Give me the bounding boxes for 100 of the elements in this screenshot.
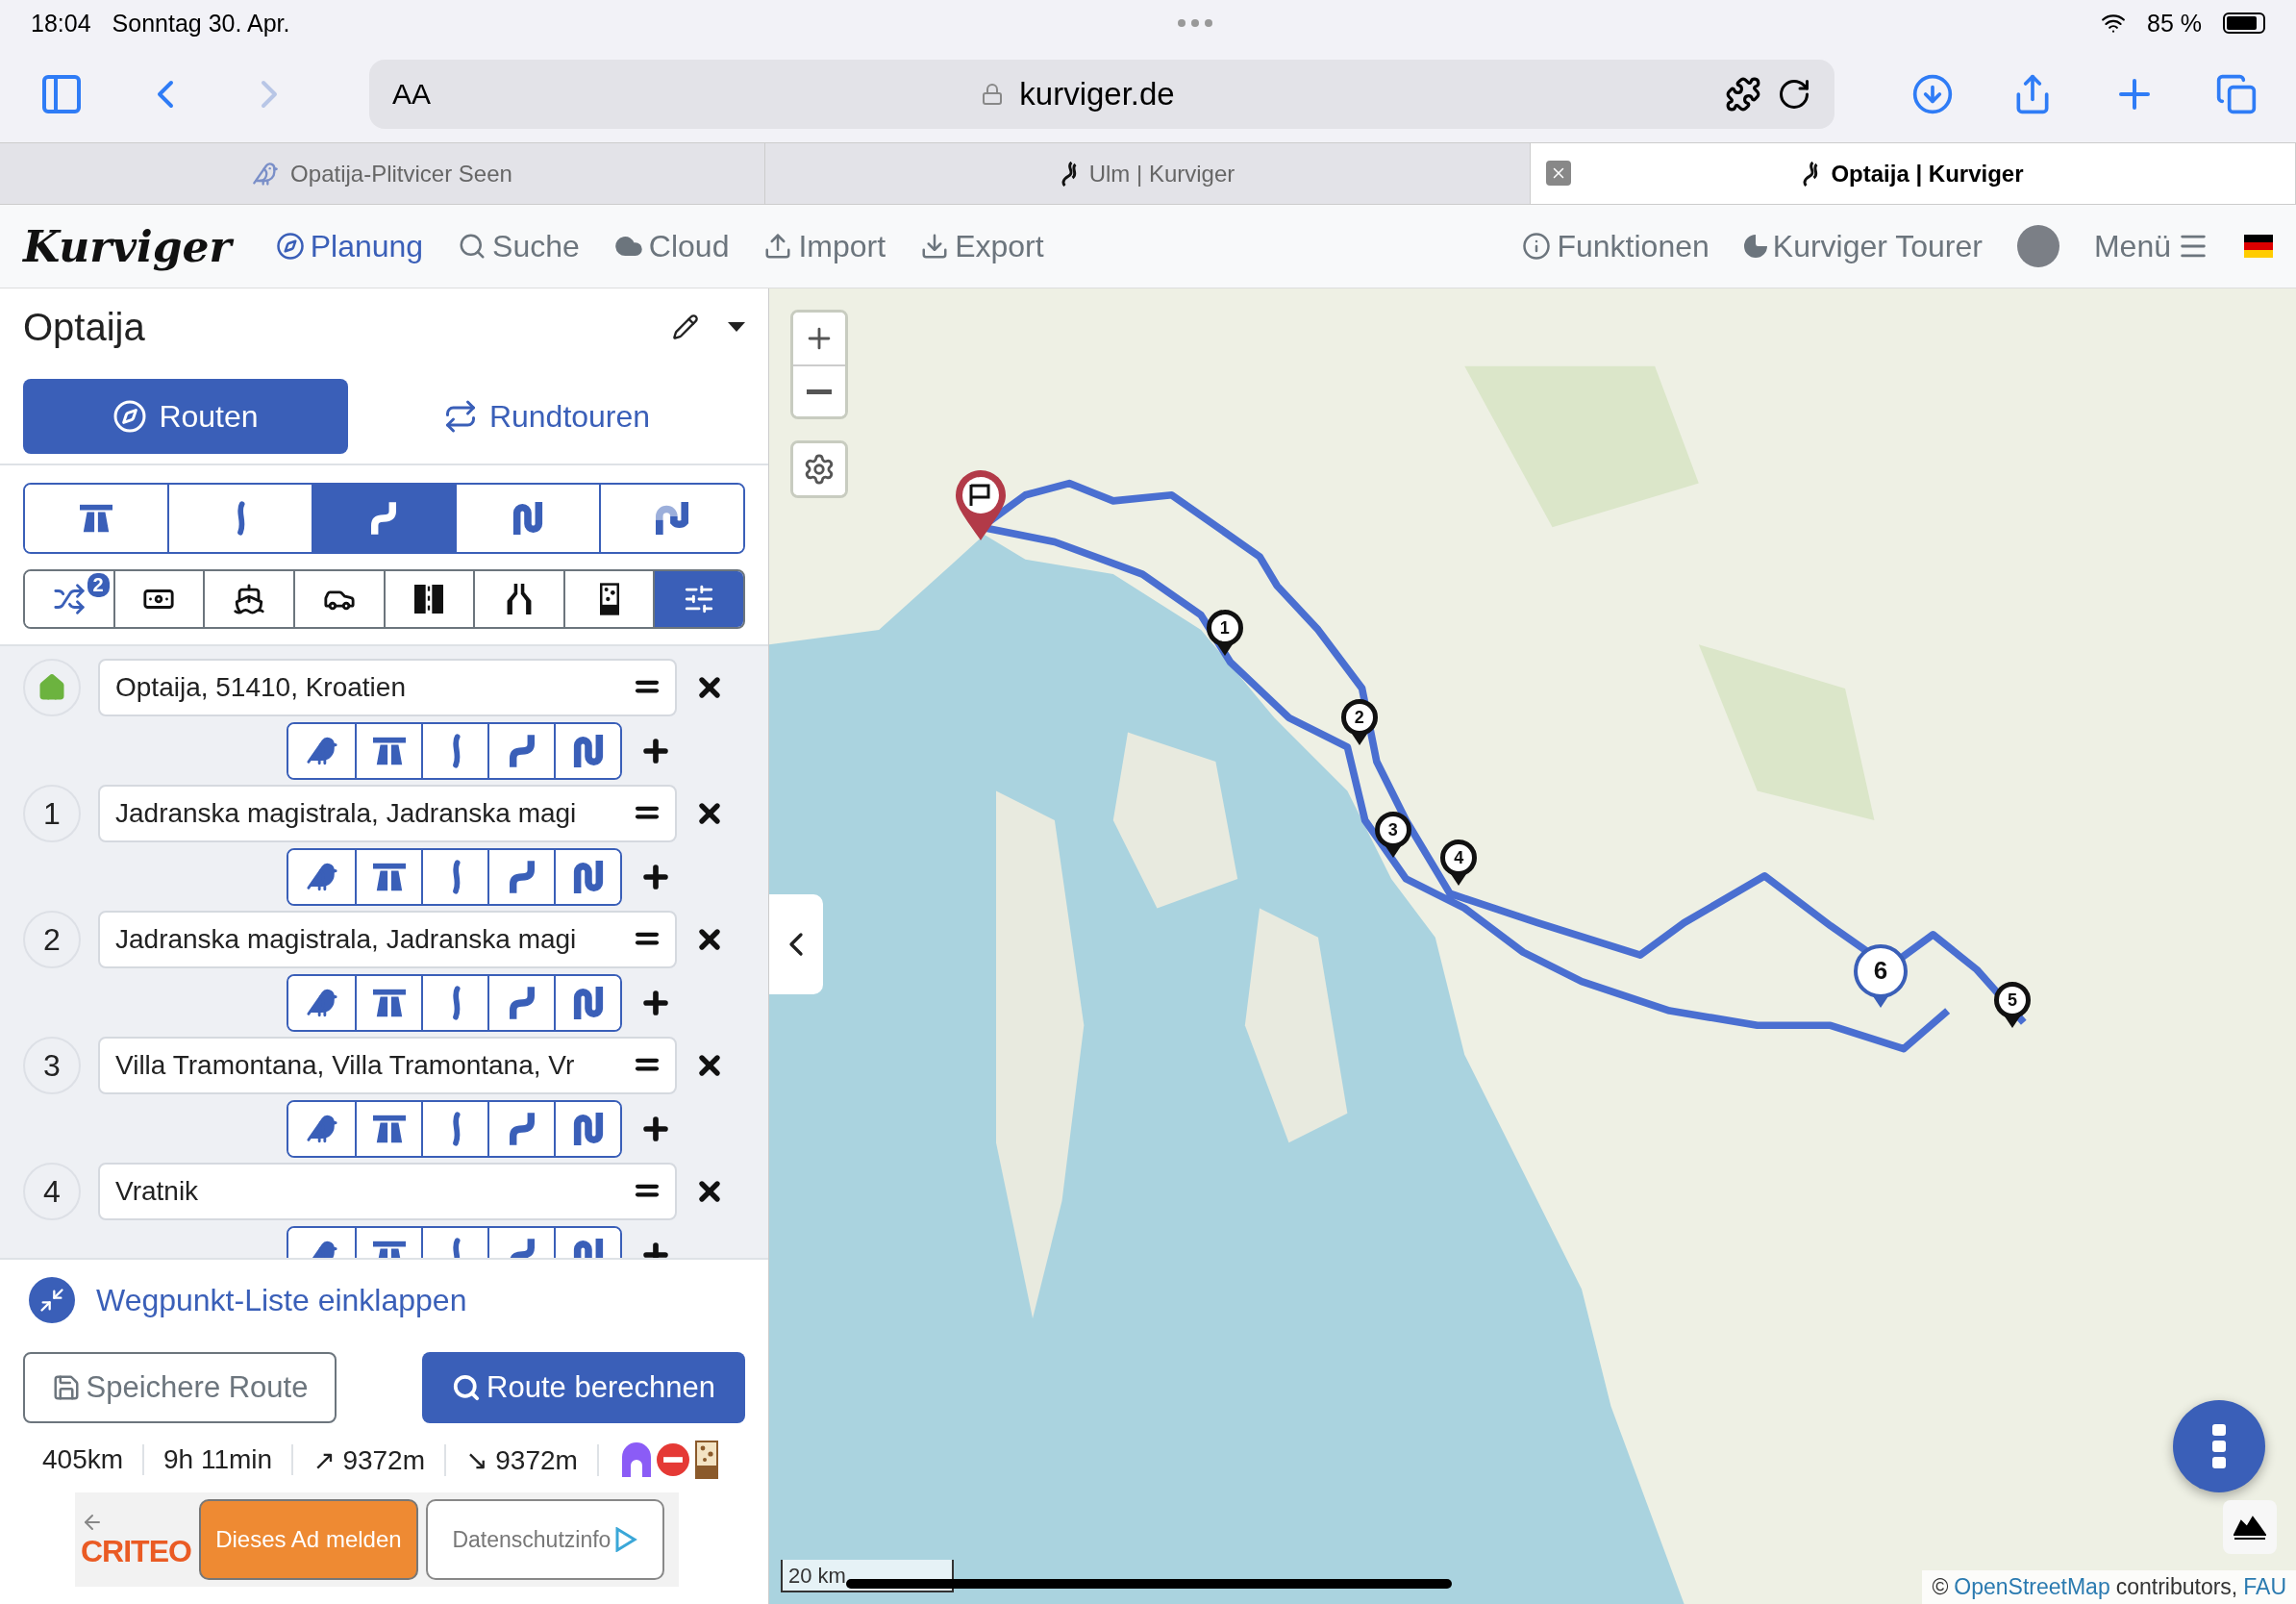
curve-icon	[509, 1112, 535, 1145]
unpaved-road-icon	[694, 1441, 718, 1479]
browser-tab[interactable]: Optaija | Kurviger	[1531, 143, 2296, 204]
tab-title: Optaija | Kurviger	[1831, 160, 2024, 188]
waypoint-field[interactable]: Jadranska magistrala, Jadranska magi	[98, 911, 677, 968]
home-icon	[37, 673, 66, 702]
info-icon	[1522, 232, 1552, 261]
mode-tab[interactable]: Routen	[23, 379, 348, 454]
waypoint-field[interactable]: Jadranska magistrala, Jadranska magi	[98, 785, 677, 842]
narrow-road-icon	[506, 584, 532, 614]
profile-button[interactable]	[599, 485, 743, 552]
collapse-link[interactable]: Wegpunkt-Liste einklappen	[96, 1282, 467, 1318]
pie-icon	[1743, 235, 1767, 258]
battery-icon	[2223, 13, 2265, 34]
curve-logo-icon	[1060, 161, 1078, 187]
close-icon[interactable]	[1546, 161, 1571, 186]
nav-link[interactable]: Suche	[458, 228, 580, 264]
leg-profile-button[interactable]	[554, 1101, 620, 1156]
flag-icon[interactable]	[2244, 235, 2273, 258]
caret-icon[interactable]	[728, 321, 745, 333]
map-background[interactable]: 1 2 3 4 6 5 20 km © OpenStreetMap contributors, FAU	[769, 288, 2296, 1604]
waypoint-field[interactable]: Vratnik	[98, 1163, 677, 1220]
minus-icon	[807, 388, 832, 394]
nav-link[interactable]: Export	[920, 228, 1044, 264]
privacy-button[interactable]: Datenschutzinfo	[425, 1499, 664, 1580]
nav-link[interactable]: Kurviger Tourer	[1743, 228, 1983, 264]
collapse-icon[interactable]	[29, 1277, 75, 1323]
more-vertical-icon	[2212, 1424, 2226, 1468]
compass-icon	[112, 399, 148, 434]
waypoint-field[interactable]: Optaija, 51410, Kroatien	[98, 659, 677, 716]
zoom-out-button[interactable]	[793, 364, 845, 416]
status-date: Sonntag 30. Apr.	[112, 9, 290, 38]
curve-logo-icon	[1802, 161, 1820, 187]
url-text: kurviger.de	[1019, 76, 1175, 113]
curve-icon	[371, 502, 397, 535]
minimize-icon	[38, 1287, 65, 1314]
menu-link[interactable]: Menü	[2093, 228, 2209, 264]
edit-icon[interactable]	[672, 313, 699, 340]
route-stat: ↗ 9372m	[293, 1443, 446, 1476]
curve-icon	[509, 986, 535, 1019]
bird-icon	[252, 160, 280, 188]
download-icon[interactable]	[1911, 73, 1954, 115]
leg-profile-button[interactable]	[554, 975, 620, 1030]
save-button[interactable]: Speichere Route	[23, 1352, 337, 1423]
mountain-icon	[2234, 1514, 2266, 1541]
no-entry-icon	[656, 1443, 689, 1476]
lock-icon	[981, 83, 1005, 106]
avatar[interactable]	[2016, 225, 2059, 267]
more-options-button[interactable]	[2173, 1400, 2265, 1492]
settings-icon	[803, 453, 836, 486]
curvy-road-icon	[572, 986, 604, 1019]
waypoint-number: 2	[23, 911, 81, 968]
nav-link[interactable]: Cloud	[613, 228, 730, 264]
nav-link[interactable]: Funktionen	[1522, 228, 1710, 264]
openstreetmap-link[interactable]: OpenStreetMap	[1954, 1574, 2110, 1600]
waypoint-number: 1	[23, 785, 81, 842]
play-icon	[614, 1527, 638, 1552]
road-icon	[414, 585, 444, 614]
tabs-icon[interactable]	[2215, 73, 2258, 115]
curve-icon	[509, 860, 535, 893]
tab-title: Opatija-Plitvicer Seen	[290, 160, 512, 188]
curvy-road-icon	[572, 860, 604, 893]
curve-icon	[509, 734, 535, 767]
curvy-road-icon	[572, 1112, 604, 1145]
text-size-button[interactable]: AA	[392, 78, 432, 111]
compass-icon	[275, 232, 305, 261]
leg-profile-button[interactable]	[554, 849, 620, 904]
settings-button[interactable]	[793, 443, 845, 495]
route-stat: ↘ 9372m	[446, 1443, 599, 1476]
route-stat: 9h 11min	[144, 1444, 294, 1475]
nav-link[interactable]: Planung	[275, 228, 424, 264]
waypoint-field[interactable]: Villa Tramontana, Villa Tramontana, Vr	[98, 1037, 677, 1094]
upload-icon	[763, 232, 793, 261]
waypoint-number: 4	[23, 1163, 81, 1220]
reload-icon[interactable]	[1777, 77, 1811, 112]
profile-button[interactable]	[311, 485, 456, 552]
shuffle-icon	[52, 583, 86, 615]
ship-icon	[233, 583, 266, 615]
tab-title: Ulm | Kurviger	[1088, 160, 1235, 188]
fau-link[interactable]: FAU	[2243, 1574, 2286, 1600]
more-dots-icon[interactable]	[1178, 19, 1213, 27]
calculate-button[interactable]: Route berechnen	[422, 1352, 745, 1423]
extension-icon[interactable]	[1725, 76, 1761, 113]
address-bar[interactable]: AA kurviger.de	[369, 60, 1834, 129]
attribution-text: contributors,	[2115, 1574, 2238, 1600]
ad-logo[interactable]: CRITEO	[81, 1533, 191, 1569]
mode-tab[interactable]: Rundtouren	[348, 379, 745, 454]
copyright-text: ©	[1932, 1574, 1949, 1600]
option-button[interactable]	[653, 571, 743, 627]
search-icon	[452, 1373, 482, 1402]
download-icon	[920, 232, 950, 261]
route-stat: 405km	[23, 1444, 145, 1475]
leg-profile-button[interactable]	[554, 723, 620, 778]
curvy-road-icon	[572, 734, 604, 767]
elevation-button[interactable]	[2223, 1500, 2277, 1554]
battery-percent: 85 %	[2147, 9, 2202, 38]
tunnel-icon	[621, 1442, 651, 1477]
unpaved-road-icon	[599, 583, 619, 615]
start-flag-marker[interactable]	[954, 469, 1008, 542]
nav-link[interactable]: Import	[763, 228, 886, 264]
